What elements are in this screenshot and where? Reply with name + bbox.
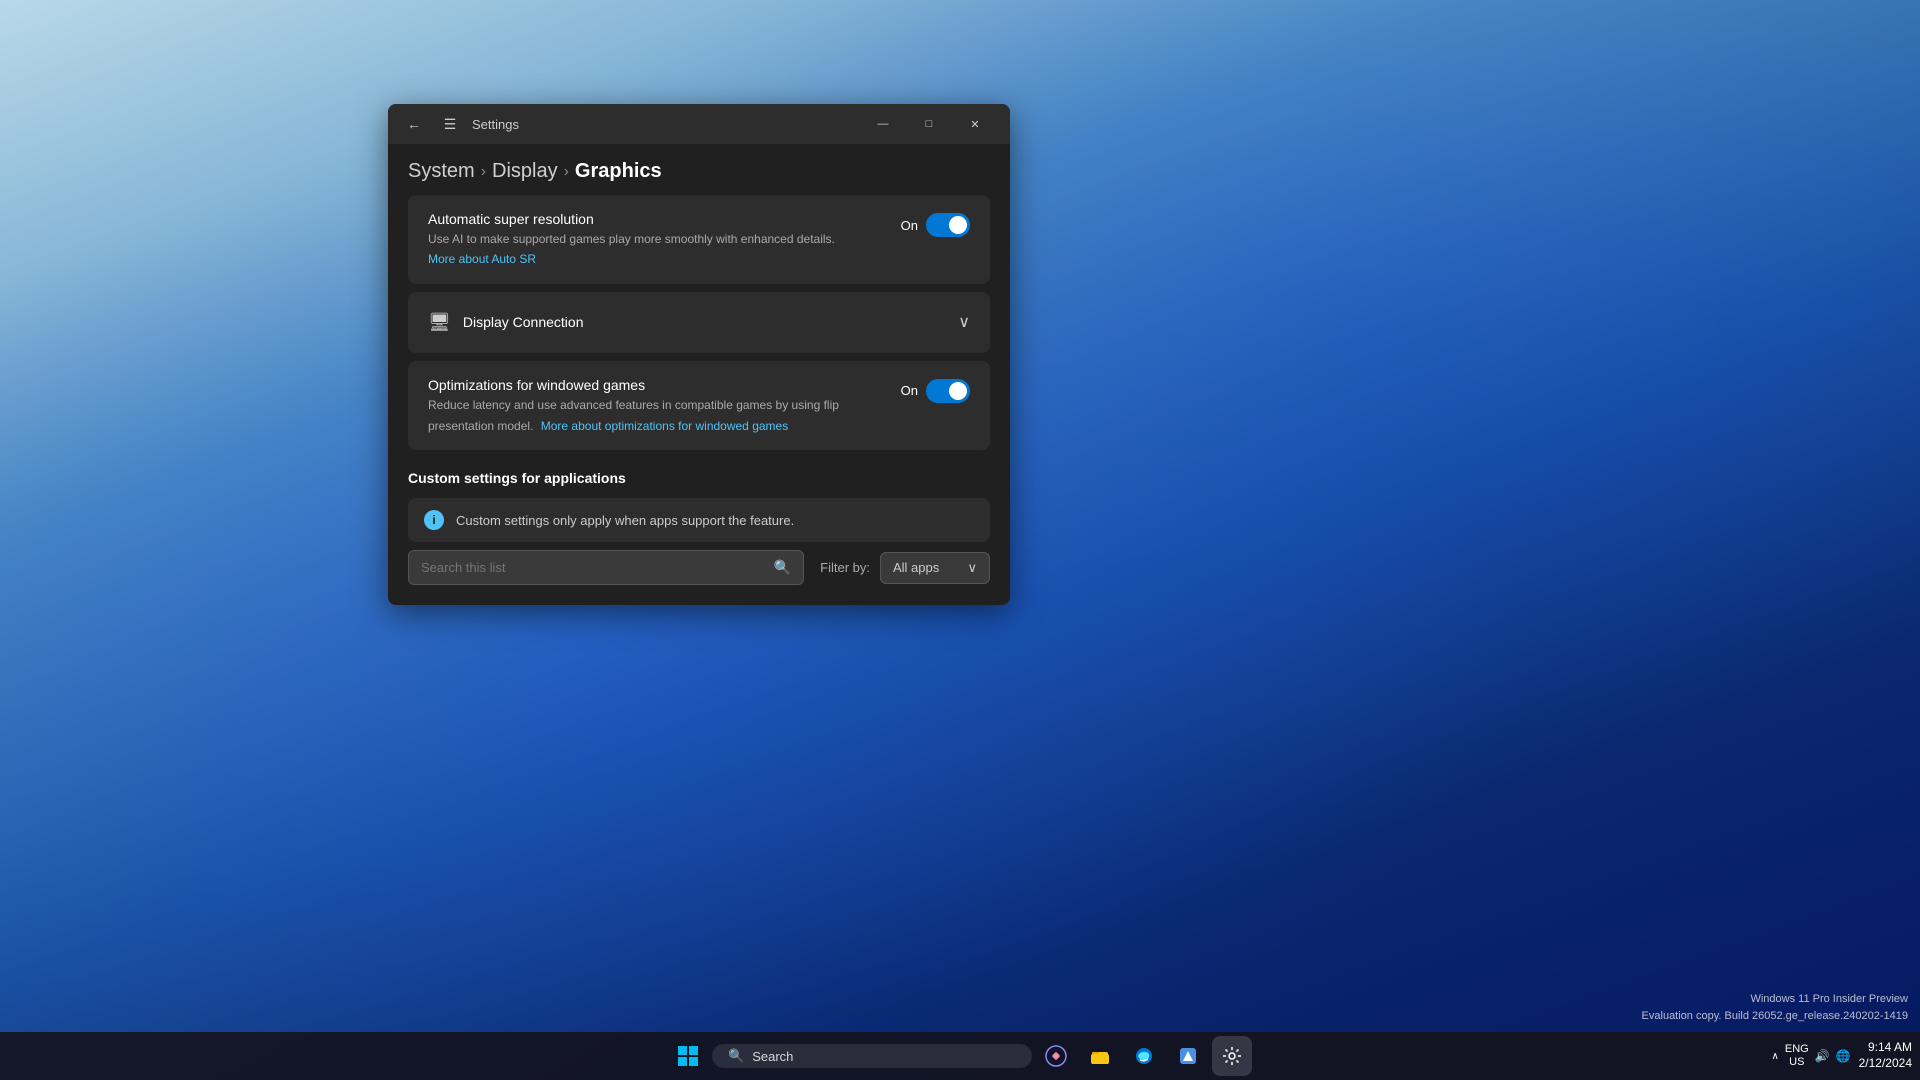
- taskbar-time-display: 9:14 AM: [1859, 1040, 1912, 1056]
- auto-sr-toggle-track: [926, 213, 970, 237]
- windowed-games-card: Optimizations for windowed games Reduce …: [408, 361, 990, 451]
- taskbar-search-icon: 🔍: [728, 1048, 744, 1064]
- auto-sr-title: Automatic super resolution: [428, 211, 885, 227]
- window-title: Settings: [472, 117, 519, 132]
- custom-settings-heading: Custom settings for applications: [408, 470, 990, 486]
- taskbar-clock[interactable]: 9:14 AM 2/12/2024: [1859, 1040, 1912, 1071]
- windowed-games-description: Reduce latency and use advanced features…: [428, 397, 885, 435]
- auto-sr-toggle-label: On: [901, 218, 918, 233]
- edge-browser-button[interactable]: [1124, 1036, 1164, 1076]
- settings-content[interactable]: Automatic super resolution Use AI to mak…: [388, 195, 1010, 605]
- breadcrumb-bar: System › Display › Graphics: [388, 144, 1010, 195]
- search-box[interactable]: 🔍: [408, 550, 804, 585]
- taskbar-search-label: Search: [752, 1049, 793, 1064]
- back-button[interactable]: ←: [400, 110, 428, 138]
- taskbar-right: ∧ ENG US 🔊 🌐 9:14 AM 2/12/2024: [1772, 1040, 1912, 1071]
- info-icon: i: [424, 510, 444, 530]
- auto-sr-description: Use AI to make supported games play more…: [428, 231, 885, 248]
- breadcrumb-display[interactable]: Display: [492, 160, 558, 183]
- windowed-games-info: Optimizations for windowed games Reduce …: [428, 377, 885, 435]
- app-button[interactable]: [1168, 1036, 1208, 1076]
- auto-sr-info: Automatic super resolution Use AI to mak…: [428, 211, 885, 268]
- lang-display: ENG US: [1785, 1043, 1809, 1069]
- maximize-button[interactable]: □: [906, 108, 952, 140]
- breadcrumb-graphics: Graphics: [575, 160, 662, 183]
- auto-sr-control: On: [901, 211, 970, 237]
- settings-window: ← ☰ Settings — □ ✕ System › Display › Gr…: [388, 104, 1010, 605]
- windowed-games-link[interactable]: More about optimizations for windowed ga…: [541, 418, 788, 435]
- window-controls: — □ ✕: [860, 108, 998, 140]
- title-bar: ← ☰ Settings — □ ✕: [388, 104, 1010, 144]
- filter-label: Filter by:: [820, 560, 870, 575]
- taskbar: 🔍 Search: [0, 1032, 1920, 1080]
- taskbar-date-display: 2/12/2024: [1859, 1056, 1912, 1072]
- info-text: Custom settings only apply when apps sup…: [456, 513, 794, 528]
- close-button[interactable]: ✕: [952, 108, 998, 140]
- menu-button[interactable]: ☰: [436, 110, 464, 138]
- windowed-games-control: On: [901, 377, 970, 403]
- windowed-games-title: Optimizations for windowed games: [428, 377, 885, 393]
- copilot-button[interactable]: [1036, 1036, 1076, 1076]
- breadcrumb-sep2: ›: [564, 163, 569, 181]
- search-filter-row: 🔍 Filter by: All apps ∨: [408, 550, 990, 585]
- taskbar-search[interactable]: 🔍 Search: [712, 1044, 1032, 1068]
- speaker-icon[interactable]: 🔊: [1815, 1049, 1830, 1063]
- tray-chevron[interactable]: ∧: [1772, 1051, 1779, 1062]
- search-icon[interactable]: 🔍: [774, 559, 791, 576]
- windowed-games-toggle-track: [926, 379, 970, 403]
- auto-sr-toggle[interactable]: [926, 213, 970, 237]
- display-connection-left: 🖥 Display Connection: [428, 312, 583, 333]
- filter-row: Filter by: All apps ∨: [820, 552, 990, 584]
- windowed-games-toggle[interactable]: [926, 379, 970, 403]
- system-tray: ∧ ENG US 🔊 🌐: [1772, 1043, 1851, 1069]
- settings-taskbar-button[interactable]: [1212, 1036, 1252, 1076]
- start-button[interactable]: [668, 1036, 708, 1076]
- taskbar-center: 🔍 Search: [668, 1036, 1252, 1076]
- filter-chevron-icon: ∨: [967, 560, 977, 576]
- windowed-games-toggle-thumb: [949, 382, 967, 400]
- display-connection-chevron[interactable]: ∨: [958, 312, 970, 332]
- auto-sr-link[interactable]: More about Auto SR: [428, 252, 536, 266]
- file-explorer-button[interactable]: [1080, 1036, 1120, 1076]
- windowed-games-toggle-label: On: [901, 383, 918, 398]
- filter-select[interactable]: All apps ∨: [880, 552, 990, 584]
- auto-sr-toggle-thumb: [949, 216, 967, 234]
- breadcrumb-system[interactable]: System: [408, 160, 475, 183]
- auto-sr-card: Automatic super resolution Use AI to mak…: [408, 195, 990, 284]
- search-input[interactable]: [421, 560, 766, 575]
- breadcrumb: System › Display › Graphics: [408, 160, 990, 183]
- network-icon[interactable]: 🌐: [1836, 1049, 1851, 1063]
- info-banner: i Custom settings only apply when apps s…: [408, 498, 990, 542]
- display-connection-label: Display Connection: [463, 314, 584, 330]
- breadcrumb-sep1: ›: [481, 163, 486, 181]
- display-connection-card[interactable]: 🖥 Display Connection ∨: [408, 292, 990, 353]
- minimize-button[interactable]: —: [860, 108, 906, 140]
- display-connection-row: 🖥 Display Connection ∨: [428, 308, 970, 337]
- filter-value: All apps: [893, 560, 939, 575]
- display-icon: 🖥: [428, 312, 451, 333]
